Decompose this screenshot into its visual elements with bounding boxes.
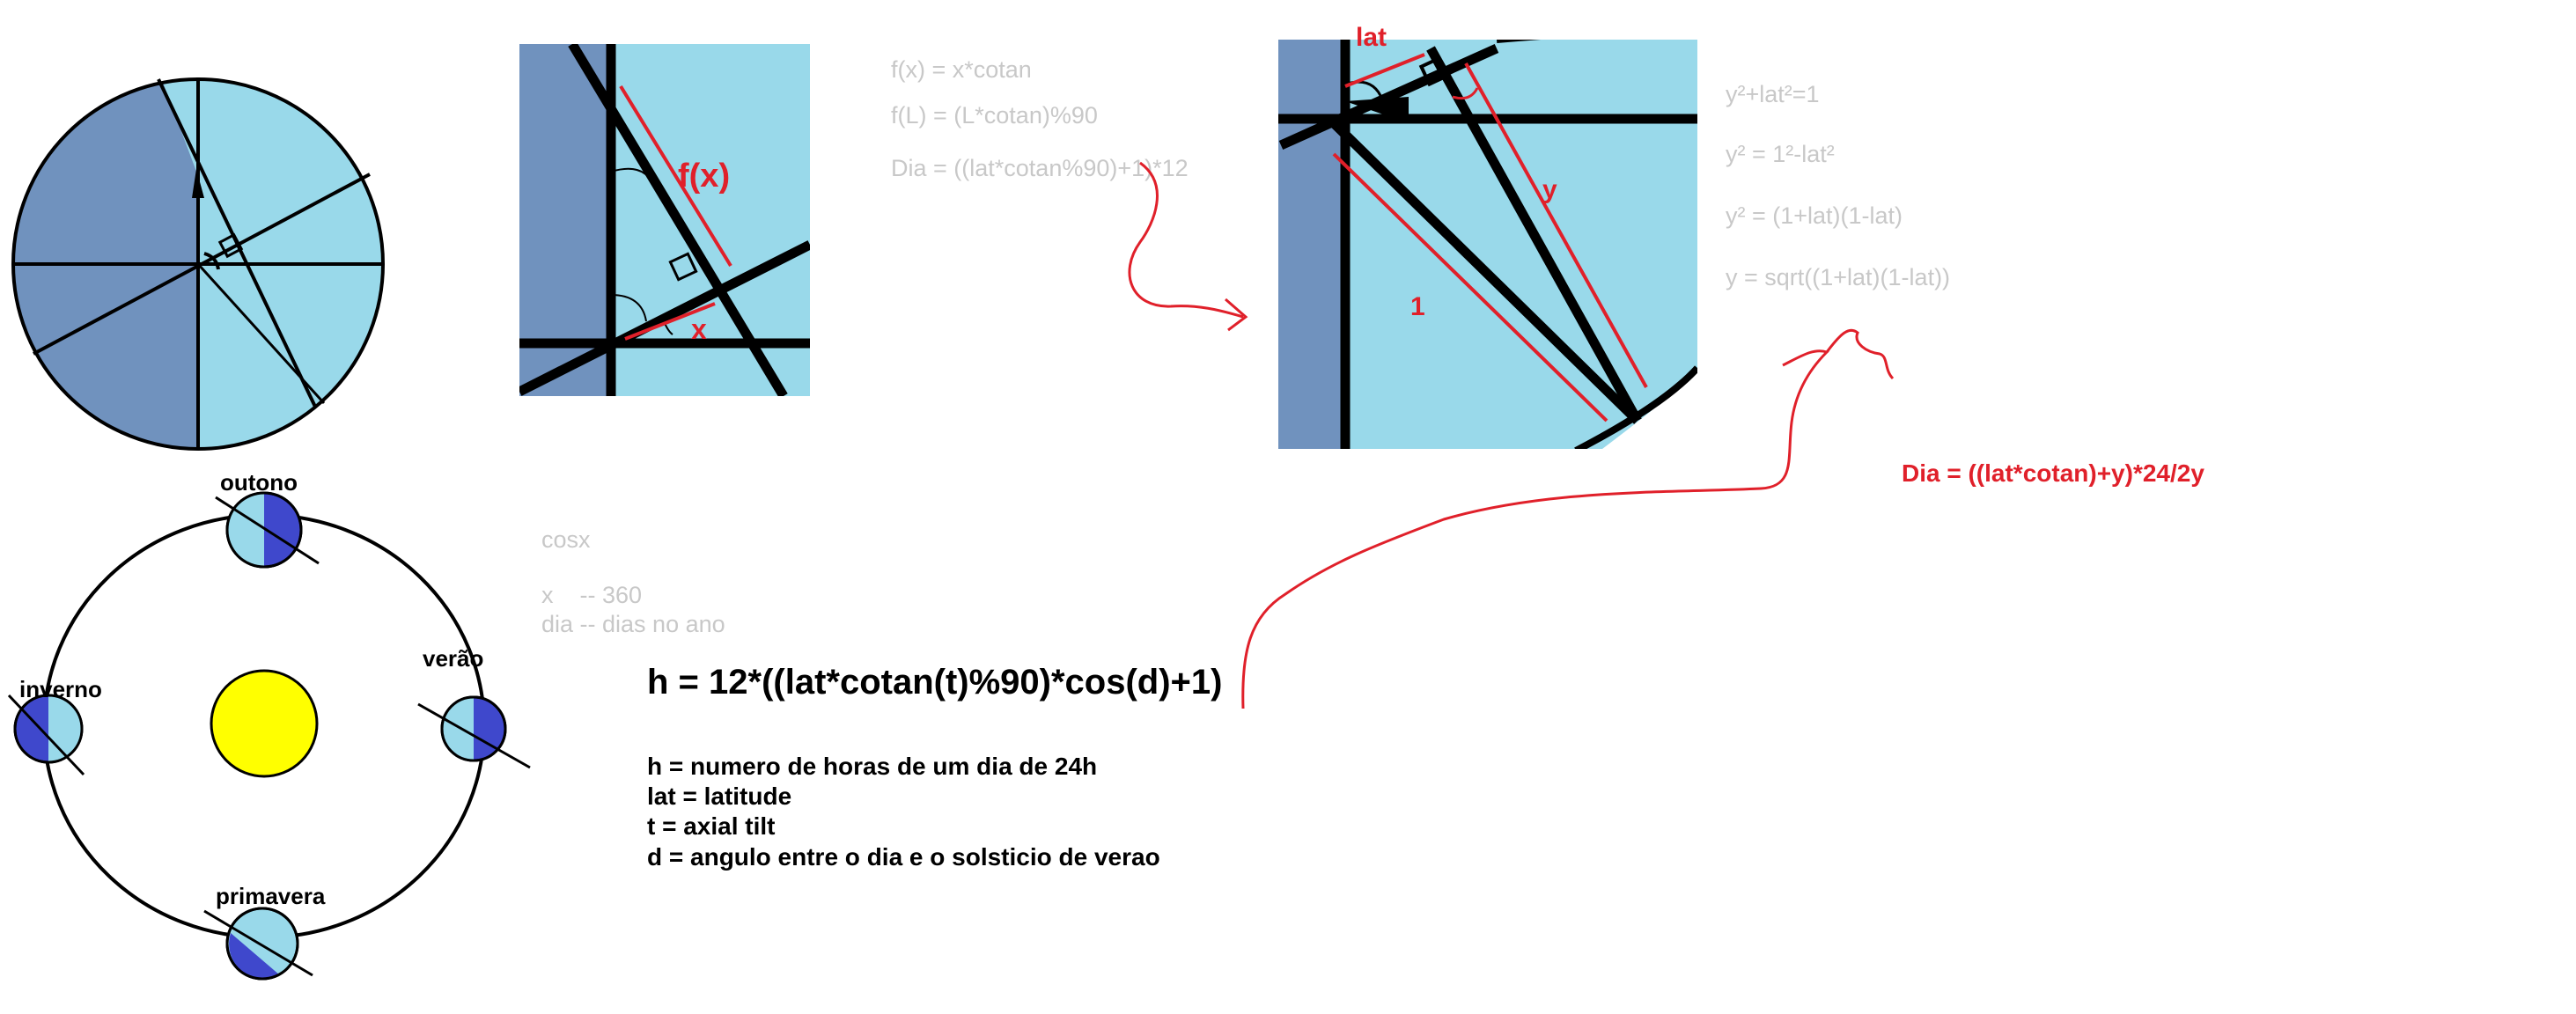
main-formula: h = 12*((lat*cotan(t)%90)*cos(d)+1): [647, 663, 1222, 702]
label-summer: verão: [423, 645, 483, 672]
legend-d: d = angulo entre o dia e o solsticio de …: [647, 843, 1160, 871]
right-formulas: y²+lat²=1 y² = 1²-lat² y² = (1+lat)(1-la…: [1726, 81, 1950, 290]
formula-y-squared: y² = 1²-lat²: [1726, 141, 1835, 167]
legend: h = numero de horas de um dia de 24h lat…: [647, 753, 1160, 871]
notes: cosx x -- 360 dia -- dias no ano: [541, 526, 725, 637]
label-winter: inverno: [19, 676, 102, 702]
orbit-diagram: outono verão inverno primavera: [7, 469, 531, 981]
label-spring: primavera: [216, 883, 326, 909]
legend-h: h = numero de horas de um dia de 24h: [647, 753, 1097, 780]
planet-summer: [417, 695, 531, 769]
legend-lat: lat = latitude: [647, 783, 791, 810]
formula-fx: f(x) = x*cotan: [891, 56, 1032, 83]
fx-label: f(x): [678, 158, 730, 195]
planet-winter: [7, 694, 85, 776]
lat-label: lat: [1356, 23, 1387, 52]
top-formulas: f(x) = x*cotan f(L) = (L*cotan)%90 Dia =…: [891, 56, 1189, 181]
one-label: 1: [1410, 292, 1425, 321]
panel2-night: [1278, 40, 1345, 449]
formula-y-sqrt: y = sqrt((1+lat)(1-lat)): [1726, 264, 1950, 290]
formula-fl: f(L) = (L*cotan)%90: [891, 102, 1098, 129]
panel2-circle-top: [1497, 40, 1542, 43]
zoom-panel-1: f(x) x: [519, 44, 810, 396]
y-label: y: [1542, 175, 1557, 204]
label-autumn: outono: [220, 469, 298, 496]
planet-spring: [203, 907, 313, 981]
earth-cross-section: [11, 77, 385, 451]
x-label: x: [691, 313, 707, 345]
sun: [210, 669, 319, 778]
red-arrow-1: [1128, 161, 1244, 319]
formula-y-factored: y² = (1+lat)(1-lat): [1726, 202, 1903, 229]
panel2-outside-top-right: [1505, 28, 1697, 40]
note-cosx: cosx: [541, 526, 591, 553]
red-connector-head: [1825, 328, 1895, 380]
formula-dia: Dia = ((lat*cotan%90)+1)*12: [891, 155, 1189, 181]
drawing-canvas: f(x) x f(x) = x*cotan f(L) = (L*cotan)%9…: [7, 23, 2204, 981]
planet-autumn: [215, 491, 320, 569]
zoom-panel-2: lat y 1: [1278, 23, 1697, 449]
result-formula: Dia = ((lat*cotan)+y)*24/2y: [1902, 459, 2204, 487]
note-x-360: x -- 360: [541, 582, 642, 608]
legend-t: t = axial tilt: [647, 812, 776, 840]
note-days: dia -- dias no ano: [541, 611, 725, 637]
formula-pythagoras: y²+lat²=1: [1726, 81, 1820, 107]
